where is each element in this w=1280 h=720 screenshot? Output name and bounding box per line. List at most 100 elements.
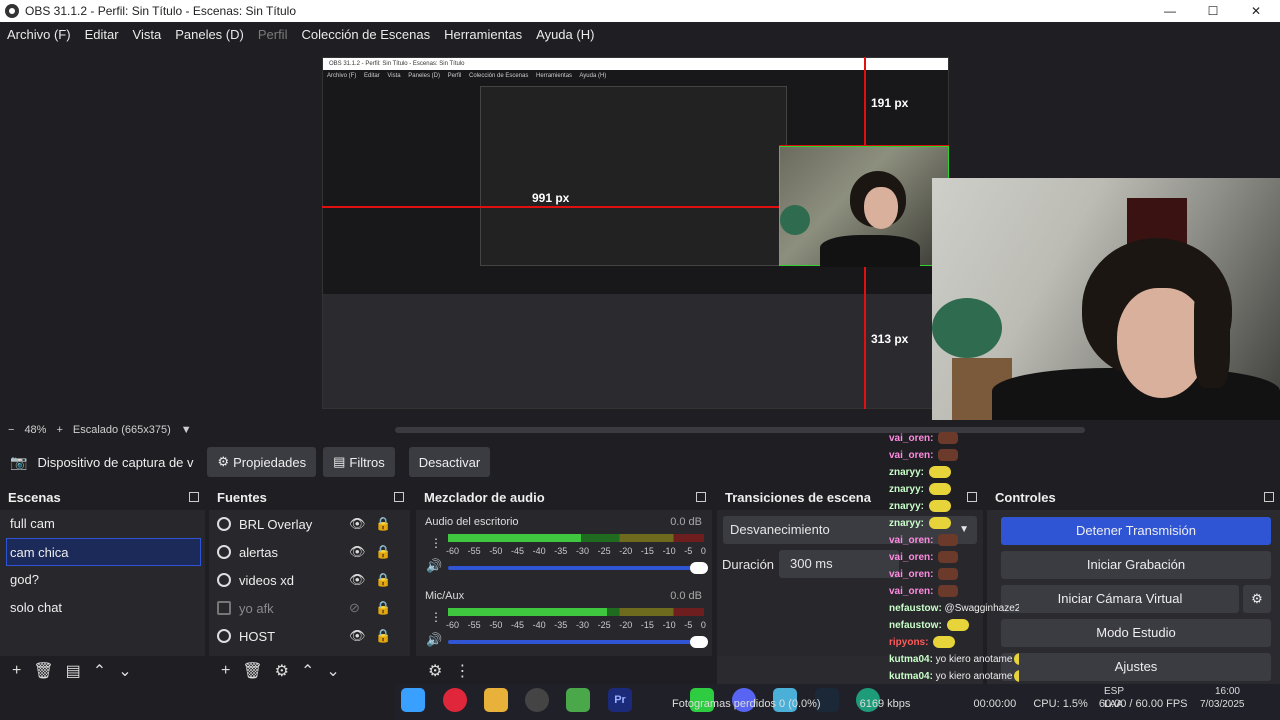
clock[interactable]: 16:00 7/03/2025	[1200, 685, 1245, 711]
source-label: HOST	[239, 628, 276, 644]
speaker-icon[interactable]: 🔊	[426, 558, 442, 574]
undock-icon[interactable]	[189, 492, 199, 502]
maximize-button[interactable]: ☐	[1191, 0, 1235, 22]
transition-select-value: Desvanecimiento	[730, 522, 830, 537]
eye-icon[interactable]: 👁	[349, 544, 366, 560]
dropped-frames: Fotogramas perdidos 0 (0.0%)	[672, 698, 821, 710]
opera-icon[interactable]	[443, 688, 467, 712]
lock-icon[interactable]: 🔒	[375, 516, 391, 532]
webcam-source	[932, 178, 1280, 426]
stream-time: 00:00:00	[973, 698, 1017, 710]
trash-icon[interactable]: 🗑	[242, 661, 262, 681]
studio-mode-button[interactable]: Modo Estudio	[1001, 619, 1271, 647]
menu-vista[interactable]: Vista	[126, 27, 169, 42]
scene-item-solo-chat[interactable]: solo chat	[0, 594, 205, 622]
scene-item-full-cam[interactable]: full cam	[0, 510, 205, 538]
deactivate-button[interactable]: Desactivar	[408, 447, 491, 477]
properties-button[interactable]: ⚙ Propiedades	[207, 447, 317, 477]
chat-message: nefaustow: @Swagginhaze28 @jmica ermanot…	[889, 600, 1019, 617]
lock-icon[interactable]: 🔒	[375, 572, 391, 588]
gear-icon[interactable]: ⚙	[275, 661, 289, 681]
premiere-icon[interactable]: Pr	[608, 688, 632, 712]
eye-icon[interactable]: 👁	[349, 572, 366, 588]
lock-icon[interactable]: 🔒	[375, 628, 391, 644]
chat-username: nefaustow:	[889, 603, 942, 614]
menu-coleccion-escenas[interactable]: Colección de Escenas	[294, 27, 437, 42]
settings-button[interactable]: Ajustes	[1001, 653, 1271, 681]
source-label: alertas	[239, 544, 279, 560]
chat-username: znaryy:	[889, 467, 925, 478]
zoom-out-icon[interactable]: −	[8, 424, 14, 436]
zoom-in-icon[interactable]: +	[56, 424, 62, 436]
selected-camera-source[interactable]	[779, 146, 949, 267]
meter-tick-label: -60	[446, 620, 460, 630]
source-item[interactable]: alertas 👁 🔒	[209, 538, 410, 566]
kebab-menu-icon[interactable]: ⋮	[430, 536, 442, 550]
menu-perfil[interactable]: Perfil	[251, 27, 295, 42]
trash-icon[interactable]: 🗑	[33, 661, 53, 681]
up-arrow-icon[interactable]: ⌃	[301, 661, 314, 681]
add-icon[interactable]: +	[12, 662, 21, 680]
duration-input[interactable]: 300 ms	[779, 550, 899, 578]
menu-ayuda[interactable]: Ayuda (H)	[529, 27, 601, 42]
kebab-menu-icon[interactable]: ⋮	[430, 610, 442, 624]
chat-text	[933, 535, 936, 546]
nested-title: OBS 31.1.2 - Perfil: Sin Título - Escena…	[323, 58, 948, 70]
stop-stream-button[interactable]: Detener Transmisión	[1001, 517, 1271, 545]
transitions-title: Transiciones de escena	[725, 490, 871, 505]
chat-username: ripyons:	[889, 637, 929, 648]
app-icon[interactable]	[566, 688, 590, 712]
obs-taskbar-icon[interactable]	[525, 688, 549, 712]
emote-icon	[946, 619, 969, 632]
down-arrow-icon[interactable]: ⌄	[118, 661, 131, 681]
start-recording-button[interactable]: Iniciar Grabación	[1001, 551, 1271, 579]
chat-text	[924, 467, 927, 478]
kebab-menu-icon[interactable]: ⋮	[454, 661, 470, 681]
mixer-body: Audio del escritorio 0.0 dB ⋮ -60 -55 -50-…	[416, 510, 712, 656]
eye-hidden-icon[interactable]: ⊘	[349, 600, 360, 616]
volume-knob[interactable]	[690, 562, 708, 574]
menu-herramientas[interactable]: Herramientas	[437, 27, 529, 42]
filters-button[interactable]: ▤ Filtros	[323, 447, 395, 477]
windows-start-icon[interactable]	[401, 688, 425, 712]
close-button[interactable]: ✕	[1234, 0, 1278, 22]
mixer-footer: ⚙ ⋮	[416, 656, 712, 686]
undock-icon[interactable]	[1264, 492, 1274, 502]
menu-paneles[interactable]: Paneles (D)	[168, 27, 251, 42]
source-item[interactable]: HOST 👁 🔒	[209, 622, 410, 650]
folder-icon[interactable]	[484, 688, 508, 712]
add-icon[interactable]: +	[221, 662, 230, 680]
filter-icon[interactable]: ▤	[66, 661, 81, 681]
source-item[interactable]: BRL Overlay 👁 🔒	[209, 510, 410, 538]
measure-left-label: 991 px	[532, 191, 570, 205]
minimize-button[interactable]: —	[1148, 0, 1192, 22]
lock-icon[interactable]: 🔒	[375, 600, 391, 616]
browser-icon	[217, 629, 231, 643]
undock-icon[interactable]	[696, 492, 706, 502]
scene-item-god[interactable]: god?	[0, 566, 205, 594]
virtual-cam-settings-button[interactable]: ⚙	[1243, 585, 1271, 613]
start-virtual-cam-button[interactable]: Iniciar Cámara Virtual	[1001, 585, 1239, 613]
undock-icon[interactable]	[394, 492, 404, 502]
up-arrow-icon[interactable]: ⌃	[93, 661, 106, 681]
volume-knob[interactable]	[690, 636, 708, 648]
lock-icon[interactable]: 🔒	[375, 544, 391, 560]
scenes-list: full cam cam chica god? solo chat	[0, 510, 205, 656]
source-item[interactable]: yo afk ⊘ 🔒	[209, 594, 410, 622]
down-arrow-icon[interactable]: ⌄	[326, 661, 339, 681]
language-indicator[interactable]: ESP LAA	[1104, 685, 1124, 711]
source-label: yo afk	[239, 600, 274, 616]
gear-icon[interactable]: ⚙	[428, 661, 442, 681]
sources-dock: Fuentes BRL Overlay 👁 🔒 alertas 👁 🔒 videos x…	[209, 486, 410, 686]
scene-item-cam-chica[interactable]: cam chica	[6, 538, 201, 566]
scaling-dropdown-icon[interactable]: ▼	[181, 424, 192, 436]
source-item[interactable]: videos xd 👁 🔒	[209, 566, 410, 594]
volume-slider[interactable]	[448, 562, 708, 574]
volume-slider[interactable]	[448, 636, 708, 648]
eye-icon[interactable]: 👁	[349, 516, 366, 532]
speaker-icon[interactable]: 🔊	[426, 632, 442, 648]
menu-archivo[interactable]: Archivo (F)	[0, 27, 78, 42]
menu-editar[interactable]: Editar	[78, 27, 126, 42]
eye-icon[interactable]: 👁	[349, 628, 366, 644]
mixer-channel-mic: Mic/Aux 0.0 dB ⋮ -60 -55 -50 -45 -40 -35 -30 -2…	[416, 586, 710, 660]
